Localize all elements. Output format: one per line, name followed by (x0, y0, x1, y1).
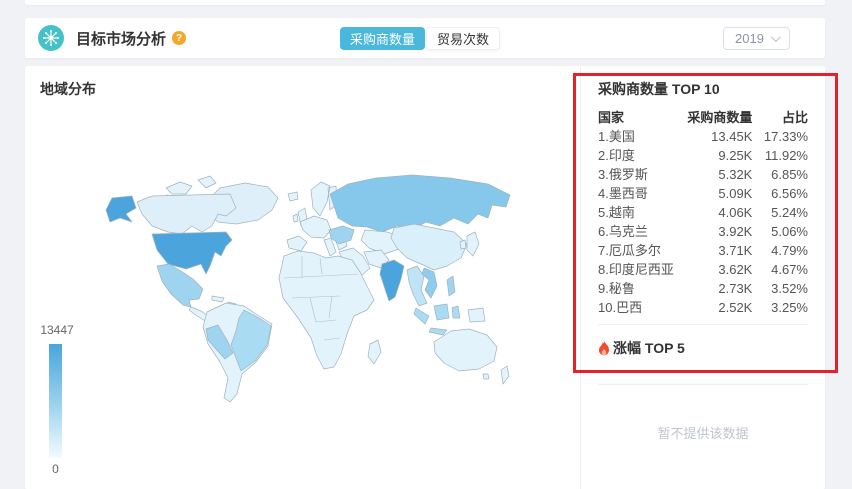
share-cell: 4.67% (771, 262, 808, 277)
share-cell: 5.24% (771, 205, 808, 220)
country-usa-alaska[interactable] (105, 195, 137, 223)
col-country: 国家 (598, 110, 625, 125)
country-mexico[interactable] (156, 263, 204, 308)
year-dropdown-value: 2019 (735, 31, 764, 46)
share-cell: 3.52% (771, 281, 808, 296)
chevron-down-icon (770, 32, 781, 43)
module-header-card: 目标市场分析 ? 采购商数量 贸易次数 2019 (25, 18, 825, 58)
table-row[interactable]: 8.印度尼西亚 3.62K 4.67% (598, 260, 808, 279)
share-cell: 11.92% (764, 148, 808, 163)
tab-trade-times[interactable]: 贸易次数 (426, 27, 501, 50)
col-value: 采购商数量 (687, 110, 753, 125)
col-share: 占比 (781, 110, 808, 125)
legend-max-label: 13447 (40, 323, 74, 337)
table-row[interactable]: 3.俄罗斯 5.32K 6.85% (598, 165, 808, 184)
country-cell: 8.印度尼西亚 (598, 262, 674, 277)
country-indonesia[interactable] (413, 303, 461, 336)
share-cell: 6.85% (771, 167, 808, 182)
country-russia[interactable] (329, 174, 511, 233)
country-cell: 5.越南 (598, 205, 635, 220)
country-vietnam[interactable] (421, 267, 438, 299)
top10-table: 国家 采购商数量 占比 1.美国 13.45K 17.33% 2.印度 9.25… (598, 108, 808, 317)
tab-purchaser-count[interactable]: 采购商数量 (340, 27, 426, 50)
country-cell: 7.厄瓜多尔 (598, 243, 661, 258)
table-row[interactable]: 4.墨西哥 5.09K 6.56% (598, 184, 808, 203)
previous-card-edge (25, 0, 825, 5)
table-row[interactable]: 9.秘鲁 2.73K 3.52% (598, 279, 808, 298)
share-cell: 17.33% (763, 129, 808, 144)
value-cell: 13.45K (711, 129, 753, 144)
table-row[interactable]: 2.印度 9.25K 11.92% (598, 146, 808, 165)
value-cell: 3.71K (718, 243, 753, 258)
top10-title: 采购商数量 TOP 10 (598, 81, 720, 97)
australia (433, 328, 498, 372)
country-india[interactable] (379, 259, 405, 302)
country-cell: 9.秘鲁 (598, 281, 635, 296)
country-cell: 4.墨西哥 (598, 186, 648, 201)
table-row[interactable]: 10.巴西 2.52K 3.25% (598, 298, 808, 317)
flame-icon (598, 340, 610, 355)
madagascar (367, 339, 382, 365)
analysis-card: 地域分布 13447 0 采购商数量 TOP 10 国家 采购商数量 占比 1.… (25, 66, 825, 489)
legend-min-label: 0 (52, 462, 59, 476)
module-avatar (38, 25, 64, 51)
table-row[interactable]: 7.厄瓜多尔 3.71K 4.79% (598, 241, 808, 260)
value-cell: 4.06K (718, 205, 753, 220)
rise-title-text: 涨幅 TOP 5 (613, 340, 685, 356)
share-cell: 3.25% (771, 300, 808, 315)
value-cell: 2.52K (718, 300, 753, 315)
value-cell: 2.73K (718, 281, 753, 296)
new-guinea (467, 307, 486, 323)
value-cell: 9.25K (718, 148, 753, 163)
share-cell: 4.79% (771, 243, 808, 258)
country-cell: 2.印度 (598, 148, 635, 163)
network-hub-icon (43, 30, 59, 46)
year-dropdown[interactable]: 2019 (723, 27, 790, 50)
country-cell: 3.俄罗斯 (598, 167, 648, 182)
country-iceland (287, 191, 299, 202)
page-title: 目标市场分析 (76, 30, 167, 48)
help-icon[interactable]: ? (172, 31, 187, 45)
table-row[interactable]: 6.乌克兰 3.92K 5.06% (598, 222, 808, 241)
country-cell: 6.乌克兰 (598, 224, 648, 239)
world-choropleth-map[interactable] (40, 150, 565, 425)
country-cell: 10.巴西 (598, 300, 643, 315)
empty-data-message: 暂不提供该数据 (657, 426, 749, 441)
section-divider (598, 324, 808, 325)
country-canada[interactable] (136, 193, 237, 235)
country-cell: 1.美国 (598, 129, 635, 144)
top10-header-row: 国家 采购商数量 占比 (598, 108, 808, 127)
new-zealand-tasmania (482, 365, 510, 385)
share-cell: 6.56% (771, 186, 808, 201)
value-cell: 3.92K (718, 224, 753, 239)
top10-panel: 采购商数量 TOP 10 国家 采购商数量 占比 1.美国 13.45K 17.… (581, 66, 825, 489)
country-ukraine[interactable] (328, 225, 355, 245)
module-brand: 目标市场分析 ? (38, 25, 187, 51)
section-divider-2 (598, 384, 808, 385)
philippines (446, 275, 456, 297)
metric-toggle-group: 采购商数量 贸易次数 (340, 27, 501, 50)
iberia (286, 235, 308, 252)
rise-section-title: 涨幅 TOP 5 (598, 338, 808, 358)
share-cell: 5.06% (771, 224, 808, 239)
country-china[interactable] (390, 223, 468, 271)
value-cell: 5.09K (718, 186, 753, 201)
value-cell: 5.32K (718, 167, 753, 182)
table-row[interactable]: 1.美国 13.45K 17.33% (598, 127, 808, 146)
map-section-title: 地域分布 (40, 81, 96, 97)
color-legend-bar (49, 344, 62, 458)
value-cell: 3.62K (718, 262, 753, 277)
table-row[interactable]: 5.越南 4.06K 5.24% (598, 203, 808, 222)
